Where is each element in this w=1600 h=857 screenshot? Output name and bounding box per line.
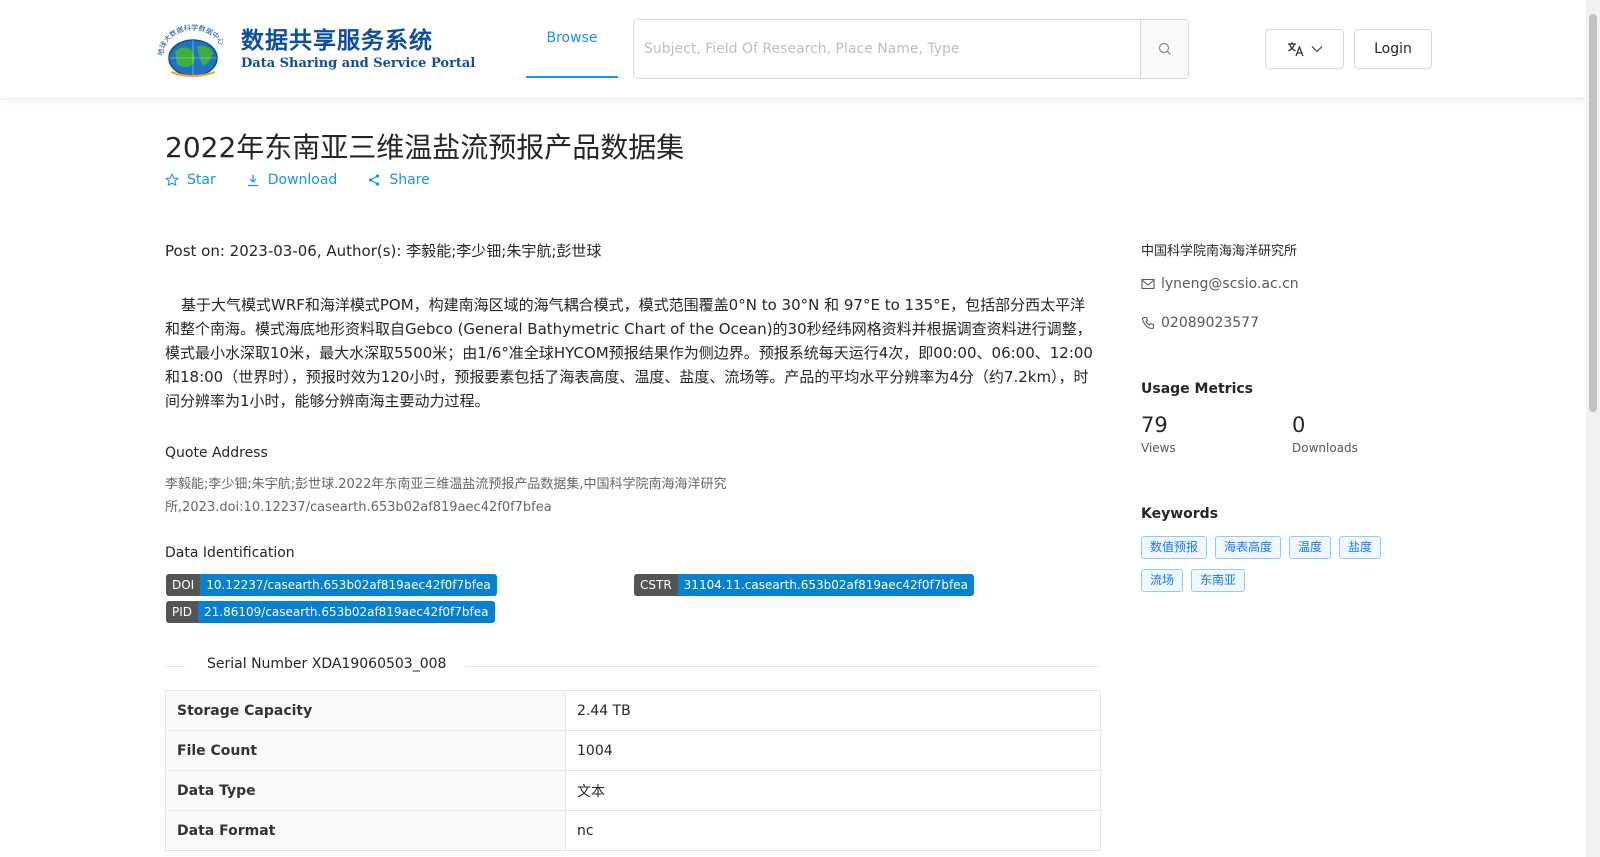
badge-value: 10.12237/casearth.653b02af819aec42f0f7bf… xyxy=(200,574,497,596)
scrollbar-thumb[interactable] xyxy=(1589,14,1597,412)
downloads-metric: 0 Downloads xyxy=(1292,413,1358,455)
keyword-tag[interactable]: 流场 xyxy=(1141,569,1184,592)
organization-name: 中国科学院南海海洋研究所 xyxy=(1141,244,1298,259)
row-value: 文本 xyxy=(565,770,1101,811)
table-row: Data Type 文本 xyxy=(165,770,1101,811)
quote-address-text: 李毅能;李少钿;朱宇航;彭世球.2022年东南亚三维温盐流预报产品数据集,中国科… xyxy=(165,477,727,515)
divider-line xyxy=(465,666,1100,667)
quote-address-heading: Quote Address xyxy=(165,445,268,461)
keywords-heading: Keywords xyxy=(1141,506,1219,522)
star-label: Star xyxy=(187,172,216,188)
keyword-tag[interactable]: 海表高度 xyxy=(1215,536,1282,559)
search-button[interactable] xyxy=(1140,20,1188,78)
keyword-tag[interactable]: 东南亚 xyxy=(1191,569,1246,592)
download-button[interactable]: Download xyxy=(246,172,338,188)
chevron-down-icon xyxy=(1311,46,1322,53)
badge-value: 31104.11.casearth.653b02af819aec42f0f7bf… xyxy=(677,574,974,596)
nav-browse-tab[interactable]: Browse xyxy=(526,0,618,78)
serial-number-divider: Serial Number XDA19060503_008 xyxy=(165,656,1100,678)
serial-number: Serial Number XDA19060503_008 xyxy=(205,656,449,672)
contact-email[interactable]: lyneng@scsio.ac.cn xyxy=(1141,276,1299,292)
table-row: File Count 1004 xyxy=(165,730,1101,771)
row-value: nc xyxy=(565,810,1101,851)
dataset-info-table: Storage Capacity 2.44 TB File Count 1004… xyxy=(165,690,1101,851)
row-key: Storage Capacity xyxy=(165,690,566,731)
login-button[interactable]: Login xyxy=(1354,29,1432,69)
language-selector[interactable] xyxy=(1265,29,1344,69)
logo-title-en: Data Sharing and Service Portal xyxy=(241,56,476,71)
row-key: Data Format xyxy=(165,810,566,851)
post-info: Post on: 2023-03-06, Author(s): 李毅能;李少钿;… xyxy=(165,242,602,260)
dataset-abstract: 基于大气模式WRF和海洋模式POM，构建南海区域的海气耦合模式，模式范围覆盖0°… xyxy=(165,296,1093,410)
usage-metrics-heading: Usage Metrics xyxy=(1141,381,1253,397)
cstr-badge[interactable]: CSTR 31104.11.casearth.653b02af819aec42f… xyxy=(634,574,974,596)
email-text: lyneng@scsio.ac.cn xyxy=(1161,276,1299,292)
badge-key: PID xyxy=(166,601,199,623)
search-bar xyxy=(633,19,1189,79)
page-scrollbar[interactable] xyxy=(1586,0,1600,857)
top-header: 地球大数据科学数据中心 数据共享服务系统 Data Sharing and Se… xyxy=(0,0,1586,99)
table-row: Data Format nc xyxy=(165,810,1101,851)
pid-badge[interactable]: PID 21.86109/casearth.653b02af819aec42f0… xyxy=(166,601,495,623)
phone-text: 02089023577 xyxy=(1161,315,1259,331)
views-metric: 79 Views xyxy=(1141,413,1176,455)
badge-key: CSTR xyxy=(634,574,678,596)
badge-value: 21.86109/casearth.653b02af819aec42f0f7bf… xyxy=(198,601,495,623)
share-label: Share xyxy=(389,172,430,188)
keyword-tag[interactable]: 盐度 xyxy=(1339,536,1382,559)
contact-phone: 02089023577 xyxy=(1141,315,1259,331)
share-icon xyxy=(369,174,380,186)
row-value: 2.44 TB xyxy=(565,690,1101,731)
doi-badge[interactable]: DOI 10.12237/casearth.653b02af819aec42f0… xyxy=(166,574,497,596)
keyword-tag[interactable]: 数值预报 xyxy=(1141,536,1208,559)
mail-icon xyxy=(1141,278,1155,290)
keywords-list: 数值预报 海表高度 温度 盐度 流场 东南亚 xyxy=(1141,536,1411,592)
download-label: Download xyxy=(267,172,338,188)
translate-icon xyxy=(1287,42,1304,57)
keyword-tag[interactable]: 温度 xyxy=(1289,536,1332,559)
divider-line xyxy=(165,666,185,667)
portal-logo[interactable]: 地球大数据科学数据中心 数据共享服务系统 Data Sharing and Se… xyxy=(153,22,475,78)
download-icon xyxy=(247,174,258,187)
row-key: File Count xyxy=(165,730,566,771)
row-value: 1004 xyxy=(565,730,1101,771)
logo-title-cn: 数据共享服务系统 xyxy=(241,27,433,54)
views-label: Views xyxy=(1141,441,1176,455)
search-icon xyxy=(1158,42,1171,55)
page-title: 2022年东南亚三维温盐流预报产品数据集 xyxy=(165,131,685,164)
star-icon xyxy=(165,173,179,187)
star-button[interactable]: Star xyxy=(165,172,216,188)
data-identification-heading: Data Identification xyxy=(165,545,295,561)
share-button[interactable]: Share xyxy=(367,172,430,188)
dataset-actions: Star Download Share xyxy=(165,172,430,188)
globe-logo-icon: 地球大数据科学数据中心 xyxy=(153,22,233,78)
table-row: Storage Capacity 2.44 TB xyxy=(165,690,1101,731)
views-count: 79 xyxy=(1141,413,1168,437)
downloads-label: Downloads xyxy=(1292,441,1358,455)
logo-text: 数据共享服务系统 Data Sharing and Service Portal xyxy=(241,27,475,73)
search-input[interactable] xyxy=(634,20,1140,78)
badge-key: DOI xyxy=(166,574,201,596)
downloads-count: 0 xyxy=(1292,413,1306,437)
phone-icon xyxy=(1141,316,1155,330)
row-key: Data Type xyxy=(165,770,566,811)
